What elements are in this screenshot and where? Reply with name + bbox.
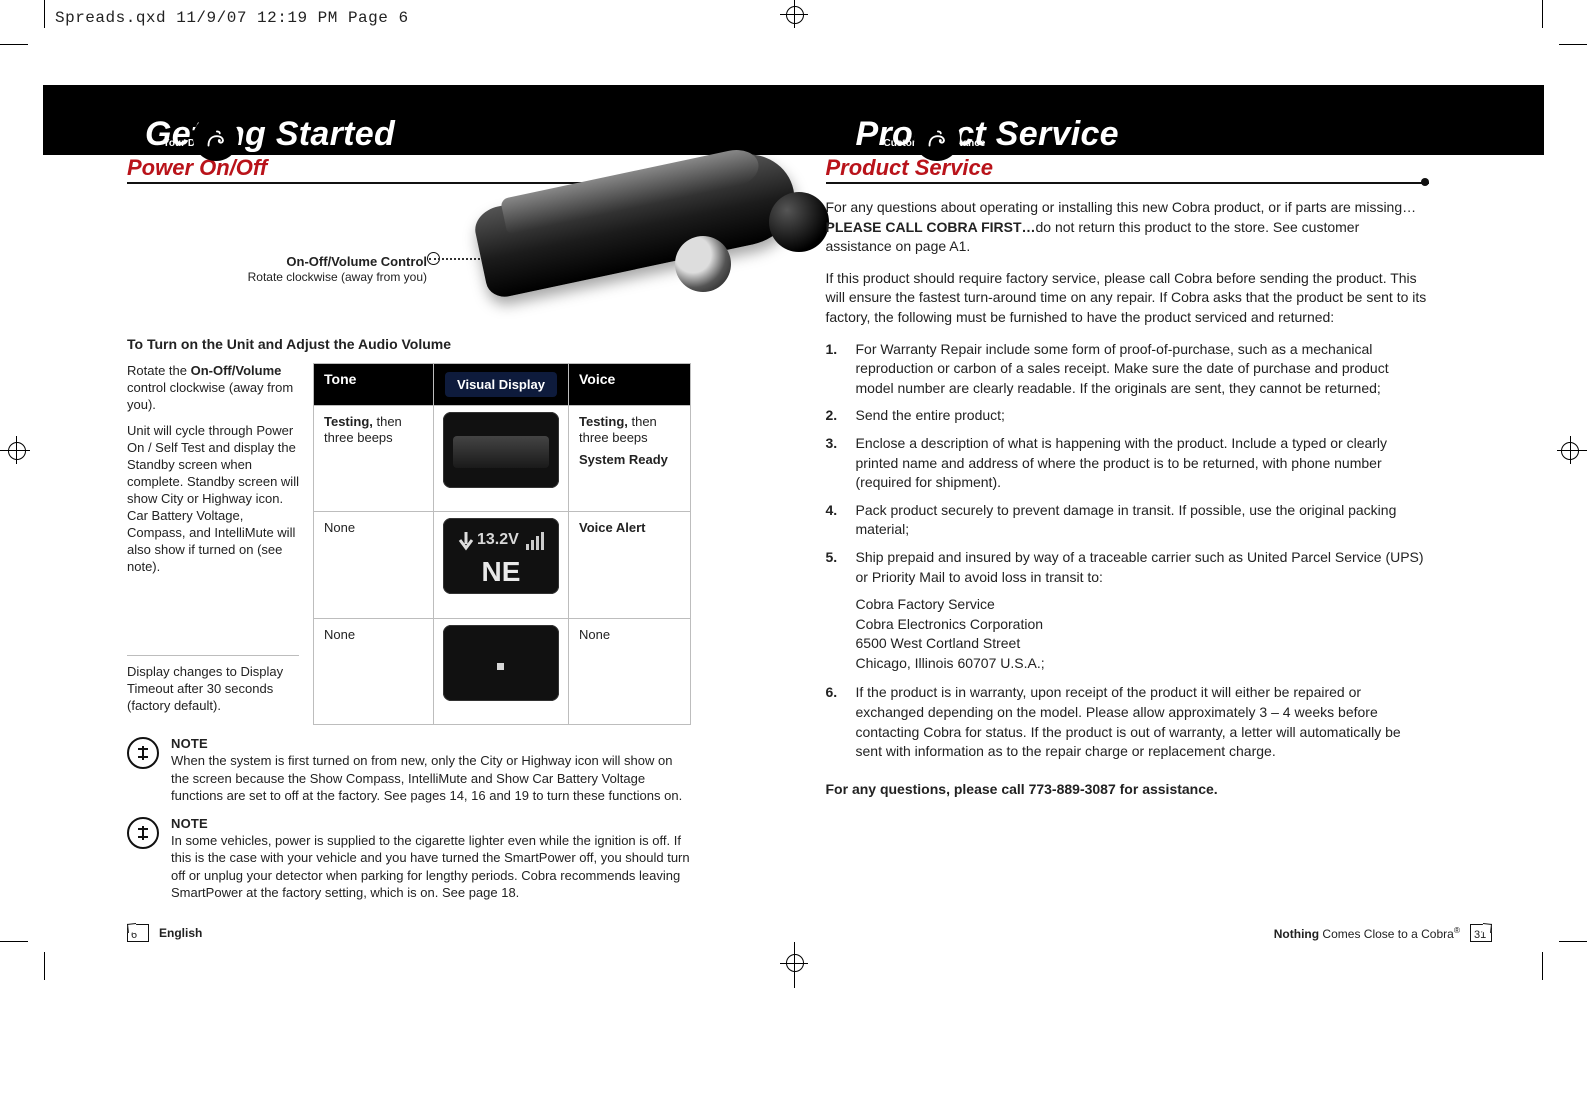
registration-mark (16, 436, 17, 464)
registration-mark (1570, 436, 1571, 464)
table-row: None 13.2V NE (314, 512, 691, 618)
hero-callout: On-Off/Volume Control Rotate clockwise (… (157, 254, 427, 284)
intro-paragraph: If this product should require factory s… (826, 269, 1430, 328)
display-voltage: 13.2V (477, 532, 519, 548)
registration-mark (1557, 450, 1587, 451)
crop-mark (0, 44, 28, 45)
crop-mark (1559, 44, 1587, 45)
device-illustration: On-Off/Volume Control Rotate clockwise (… (127, 198, 762, 328)
list-item: 4.Pack product securely to prevent damag… (826, 501, 1430, 540)
procedure-step: Unit will cycle through Power On / Self … (127, 423, 299, 575)
crop-mark (44, 0, 45, 28)
hero-callout-text: Rotate clockwise (away from you) (157, 270, 427, 284)
note-block: NOTE When the system is first turned on … (127, 737, 762, 805)
procedure-step: Rotate the On-Off/Volume control clockwi… (127, 363, 299, 414)
call-to-action: For any questions, please call 773-889-3… (826, 780, 1430, 800)
intro-paragraph: For any questions about operating or ins… (826, 198, 1430, 257)
display-timeout (443, 625, 559, 701)
note-title: NOTE (171, 817, 691, 830)
page-number: 6 (127, 924, 149, 942)
crop-mark (44, 952, 45, 980)
cobra-snake-icon (193, 115, 239, 161)
list-item: 1.For Warranty Repair include some form … (826, 340, 1430, 399)
detector-device-graphic (477, 178, 807, 348)
print-slug: Spreads.qxd 11/9/07 12:19 PM Page 6 (55, 10, 409, 26)
th-visual: Visual Display (434, 363, 569, 405)
note-icon (127, 817, 159, 849)
display-brand-text: Cobra (443, 438, 559, 466)
cobra-snake-icon (914, 115, 960, 161)
crop-mark (1559, 941, 1587, 942)
page-number: 31 (1470, 924, 1492, 942)
footer-left: 6 English (127, 924, 202, 942)
header-band: Customer Assistance Product Service (794, 85, 1545, 155)
list-item: 5.Ship prepaid and insured by way of a t… (826, 548, 1430, 587)
crop-mark (0, 941, 28, 942)
registration-mark (8, 442, 26, 460)
service-steps-list: 1.For Warranty Repair include some form … (826, 340, 1430, 588)
feedback-table: Tone Visual Display Voice Testing, then … (313, 363, 691, 725)
th-tone: Tone (314, 363, 434, 405)
footer-right: Nothing Comes Close to a Cobra® 31 (1274, 924, 1492, 942)
table-row: None None (314, 618, 691, 724)
hero-callout-title: On-Off/Volume Control (157, 254, 427, 270)
th-voice: Voice (569, 363, 691, 405)
list-item: 3.Enclose a description of what is happe… (826, 434, 1430, 493)
registration-mark (786, 6, 804, 24)
registration-mark (0, 450, 30, 451)
display-cobra: § Cobra (443, 412, 559, 488)
procedure-step: Display changes to Display Timeout after… (127, 664, 299, 715)
snake-glyph-icon: § (461, 440, 472, 460)
factory-address: Cobra Factory Service Cobra Electronics … (856, 595, 1430, 673)
note-title: NOTE (171, 737, 691, 750)
page-sheet: Spreads.qxd 11/9/07 12:19 PM Page 6 Your… (0, 0, 1587, 1100)
list-item: 6.If the product is in warranty, upon re… (826, 683, 1430, 761)
footer-language: English (159, 927, 202, 939)
display-standby: 13.2V NE (443, 518, 559, 594)
footer-tagline: Nothing Comes Close to a Cobra® (1274, 926, 1460, 940)
procedure-col: Rotate the On-Off/Volume control clockwi… (127, 363, 299, 725)
note-block: NOTE In some vehicles, power is supplied… (127, 817, 762, 902)
service-steps-list-cont: 6.If the product is in warranty, upon re… (826, 683, 1430, 761)
registration-mark (780, 14, 808, 15)
spread: Your Detector Getting Started Power On/O… (43, 35, 1544, 950)
section-heading: Product Service (826, 157, 1430, 182)
list-item: 2.Send the entire product; (826, 406, 1430, 426)
page-right: Customer Assistance Product Service Prod… (794, 35, 1545, 950)
visual-display-cell: 13.2V NE (434, 512, 569, 618)
visual-display-cell (434, 618, 569, 724)
section-rule (826, 182, 1430, 184)
signal-bars-icon (525, 530, 547, 552)
page-left: Your Detector Getting Started Power On/O… (43, 35, 794, 950)
registration-mark (780, 963, 808, 964)
visual-display-cell: § Cobra (434, 405, 569, 511)
crop-mark (1542, 0, 1543, 28)
note-text: When the system is first turned on from … (171, 752, 691, 805)
table-row: Testing, then three beeps § Cobra Testin… (314, 405, 691, 511)
display-direction: NE (443, 558, 559, 586)
header-band: Your Detector Getting Started (43, 85, 794, 155)
note-text: In some vehicles, power is supplied to t… (171, 832, 691, 902)
note-icon (127, 737, 159, 769)
down-arrow-icon (455, 530, 477, 552)
crop-mark (1542, 952, 1543, 980)
